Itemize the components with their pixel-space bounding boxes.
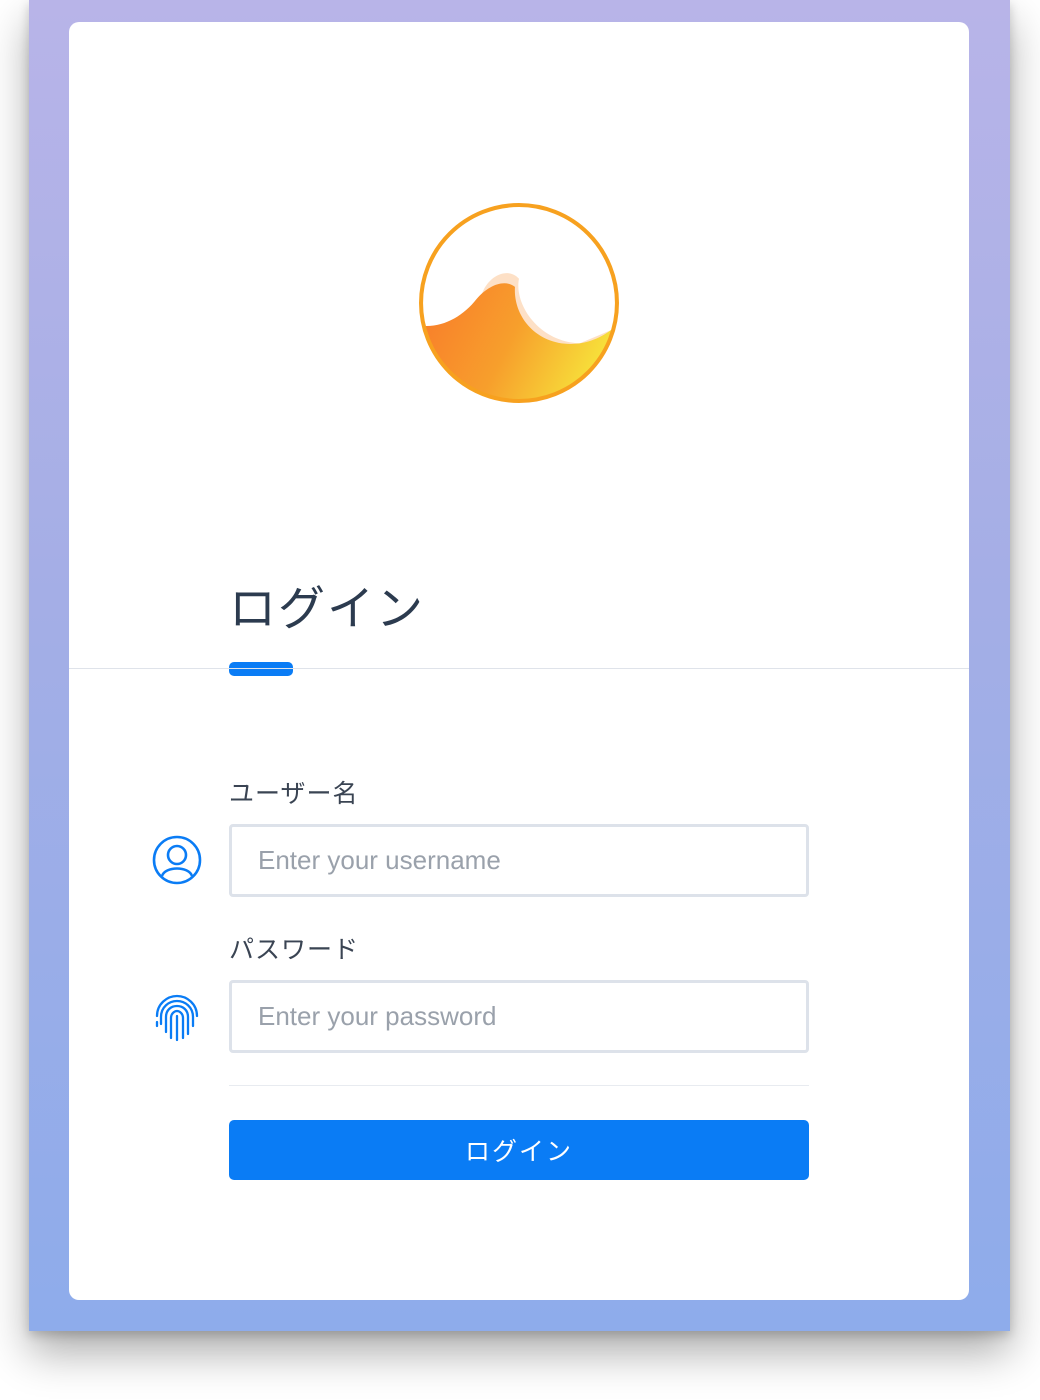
- form-divider: [229, 1085, 809, 1086]
- fingerprint-icon: [155, 994, 199, 1042]
- user-icon: [152, 835, 202, 885]
- header-divider: [69, 668, 969, 669]
- username-input[interactable]: [229, 824, 809, 897]
- wave-logo-icon: [419, 203, 619, 403]
- login-button[interactable]: ログイン: [229, 1120, 809, 1180]
- username-label: ユーザー名: [229, 779, 359, 808]
- password-input[interactable]: [229, 980, 809, 1053]
- title-underline: [229, 662, 293, 676]
- login-card: ログイン ユーザー名 パスワード ログイン: [69, 22, 969, 1300]
- browser-window: ログイン ユーザー名 パスワード ログイン: [29, 0, 1010, 1331]
- page-title: ログイン: [229, 582, 425, 637]
- password-label: パスワード: [229, 935, 360, 964]
